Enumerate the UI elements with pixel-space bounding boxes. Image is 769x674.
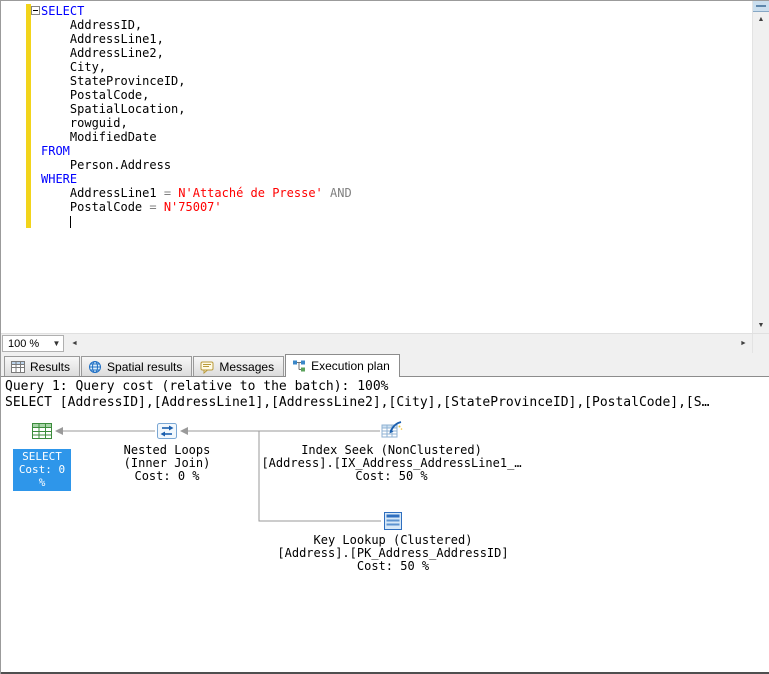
globe-icon <box>89 360 102 373</box>
editor-line[interactable]: WHERE <box>41 172 752 186</box>
sql-token: AND <box>322 186 352 200</box>
sql-token: = <box>163 186 179 200</box>
editor-line[interactable]: FROM <box>41 144 752 158</box>
sql-token: AddressLine2, <box>41 46 164 60</box>
tab-label: Results <box>30 359 71 374</box>
sql-token: N'Attaché de Presse' <box>178 186 323 200</box>
scroll-right-icon[interactable]: ► <box>735 334 752 353</box>
sql-token: N'75007' <box>163 200 222 214</box>
sql-token: FROM <box>41 144 70 158</box>
results-grid-icon <box>11 360 25 373</box>
scrollbar-corner <box>752 334 769 353</box>
editor-line[interactable]: City, <box>41 60 752 74</box>
plan-node-cost: Cost: 50 % <box>355 469 428 483</box>
execution-plan-icon <box>293 360 306 372</box>
query-statement-text: SELECT [AddressID],[AddressLine1],[Addre… <box>5 395 710 410</box>
plan-node-cost: Cost: 50 % <box>356 559 430 573</box>
ssms-query-window: SELECT AddressID, AddressLine1, AddressL… <box>0 0 769 674</box>
editor-line[interactable]: SELECT <box>31 4 752 18</box>
editor-line[interactable]: AddressID, <box>41 18 752 32</box>
zoom-value: 100 % <box>8 337 40 350</box>
editor-line[interactable]: StateProvinceID, <box>41 74 752 88</box>
plan-node-select[interactable]: SELECT Cost: 0 % <box>13 420 71 491</box>
editor-bottom-bar: 100 % ▼ ◄ ► <box>1 333 769 353</box>
scroll-down-icon[interactable]: ▼ <box>753 318 769 333</box>
chevron-down-icon[interactable]: ▼ <box>50 339 63 348</box>
sql-editor-pane: SELECT AddressID, AddressLine1, AddressL… <box>1 1 769 333</box>
scroll-up-icon[interactable]: ▲ <box>753 12 769 27</box>
select-result-icon <box>32 423 52 439</box>
sql-token: SpatialLocation, <box>41 102 186 116</box>
plan-node-index-seek[interactable]: Index Seek (NonClustered) [Address].[IX_… <box>259 420 524 483</box>
status-divider <box>1 665 769 674</box>
messages-icon <box>200 361 214 374</box>
text-cursor <box>69 216 71 228</box>
index-seek-icon <box>381 421 402 438</box>
tab-spatial-results[interactable]: Spatial results <box>81 356 193 376</box>
zoom-selector[interactable]: 100 % ▼ <box>2 335 64 352</box>
tab-label: Execution plan <box>311 359 390 373</box>
plan-node-cost: Cost: 0 % <box>134 469 200 483</box>
editor-line[interactable] <box>41 214 752 228</box>
editor-lines[interactable]: SELECT AddressID, AddressLine1, AddressL… <box>1 1 752 333</box>
editor-line[interactable]: rowguid, <box>41 116 752 130</box>
tab-label: Messages <box>219 359 275 374</box>
editor-line[interactable]: Person.Address <box>41 158 752 172</box>
results-tab-bar: Results Spatial results Messages Executi… <box>1 353 769 377</box>
editor-line[interactable]: AddressLine1, <box>41 32 752 46</box>
sql-token: AddressID, <box>41 18 143 32</box>
editor-line[interactable]: ModifiedDate <box>41 130 752 144</box>
horizontal-scrollbar-track[interactable] <box>83 334 735 353</box>
plan-header: Query 1: Query cost (relative to the bat… <box>1 377 769 411</box>
editor-line[interactable]: PostalCode = N'75007' <box>41 200 752 214</box>
execution-plan-diagram: SELECT Cost: 0 % Nested Loops (Inner Joi… <box>1 414 769 665</box>
editor-line[interactable]: PostalCode, <box>41 88 752 102</box>
sql-token: AddressLine1, <box>41 32 164 46</box>
editor-line[interactable]: AddressLine2, <box>41 46 752 60</box>
plan-node-nested-loops[interactable]: Nested Loops (Inner Join) Cost: 0 % <box>111 420 223 483</box>
sql-token: PostalCode <box>41 200 150 214</box>
tab-label: Spatial results <box>107 359 183 374</box>
execution-plan-panel: Query 1: Query cost (relative to the bat… <box>1 377 769 665</box>
selected-plan-node-label: SELECT Cost: 0 % <box>13 449 71 491</box>
sql-token: ModifiedDate <box>41 130 157 144</box>
scroll-left-icon[interactable]: ◄ <box>66 334 83 353</box>
sql-token: WHERE <box>41 172 78 186</box>
plan-node-title: SELECT <box>22 450 62 463</box>
sql-token: = <box>149 200 164 214</box>
query-cost-text: Query 1: Query cost (relative to the bat… <box>5 379 389 394</box>
sql-token: StateProvinceID, <box>41 74 186 88</box>
editor-line[interactable]: SpatialLocation, <box>41 102 752 116</box>
editor-vertical-scrollbar[interactable]: ▲ ▼ <box>752 1 769 333</box>
key-lookup-icon <box>384 512 402 530</box>
collapse-toggle-icon[interactable] <box>31 6 40 15</box>
plan-node-cost: Cost: 0 % <box>18 463 66 489</box>
sql-token: PostalCode, <box>41 88 150 102</box>
splitter-button[interactable] <box>753 1 769 12</box>
sql-token: Person.Address <box>41 158 172 172</box>
sql-token: SELECT <box>41 4 85 18</box>
plan-node-key-lookup[interactable]: Key Lookup (Clustered) [Address].[PK_Add… <box>273 510 513 573</box>
tab-execution-plan[interactable]: Execution plan <box>285 354 400 377</box>
tab-messages[interactable]: Messages <box>193 356 285 376</box>
sql-token: City, <box>41 60 107 74</box>
editor-line[interactable]: AddressLine1 = N'Attaché de Presse' AND <box>41 186 752 200</box>
tab-results[interactable]: Results <box>4 356 81 376</box>
sql-token: rowguid, <box>41 116 128 130</box>
nested-loops-icon <box>157 423 177 439</box>
sql-token: AddressLine1 <box>41 186 164 200</box>
